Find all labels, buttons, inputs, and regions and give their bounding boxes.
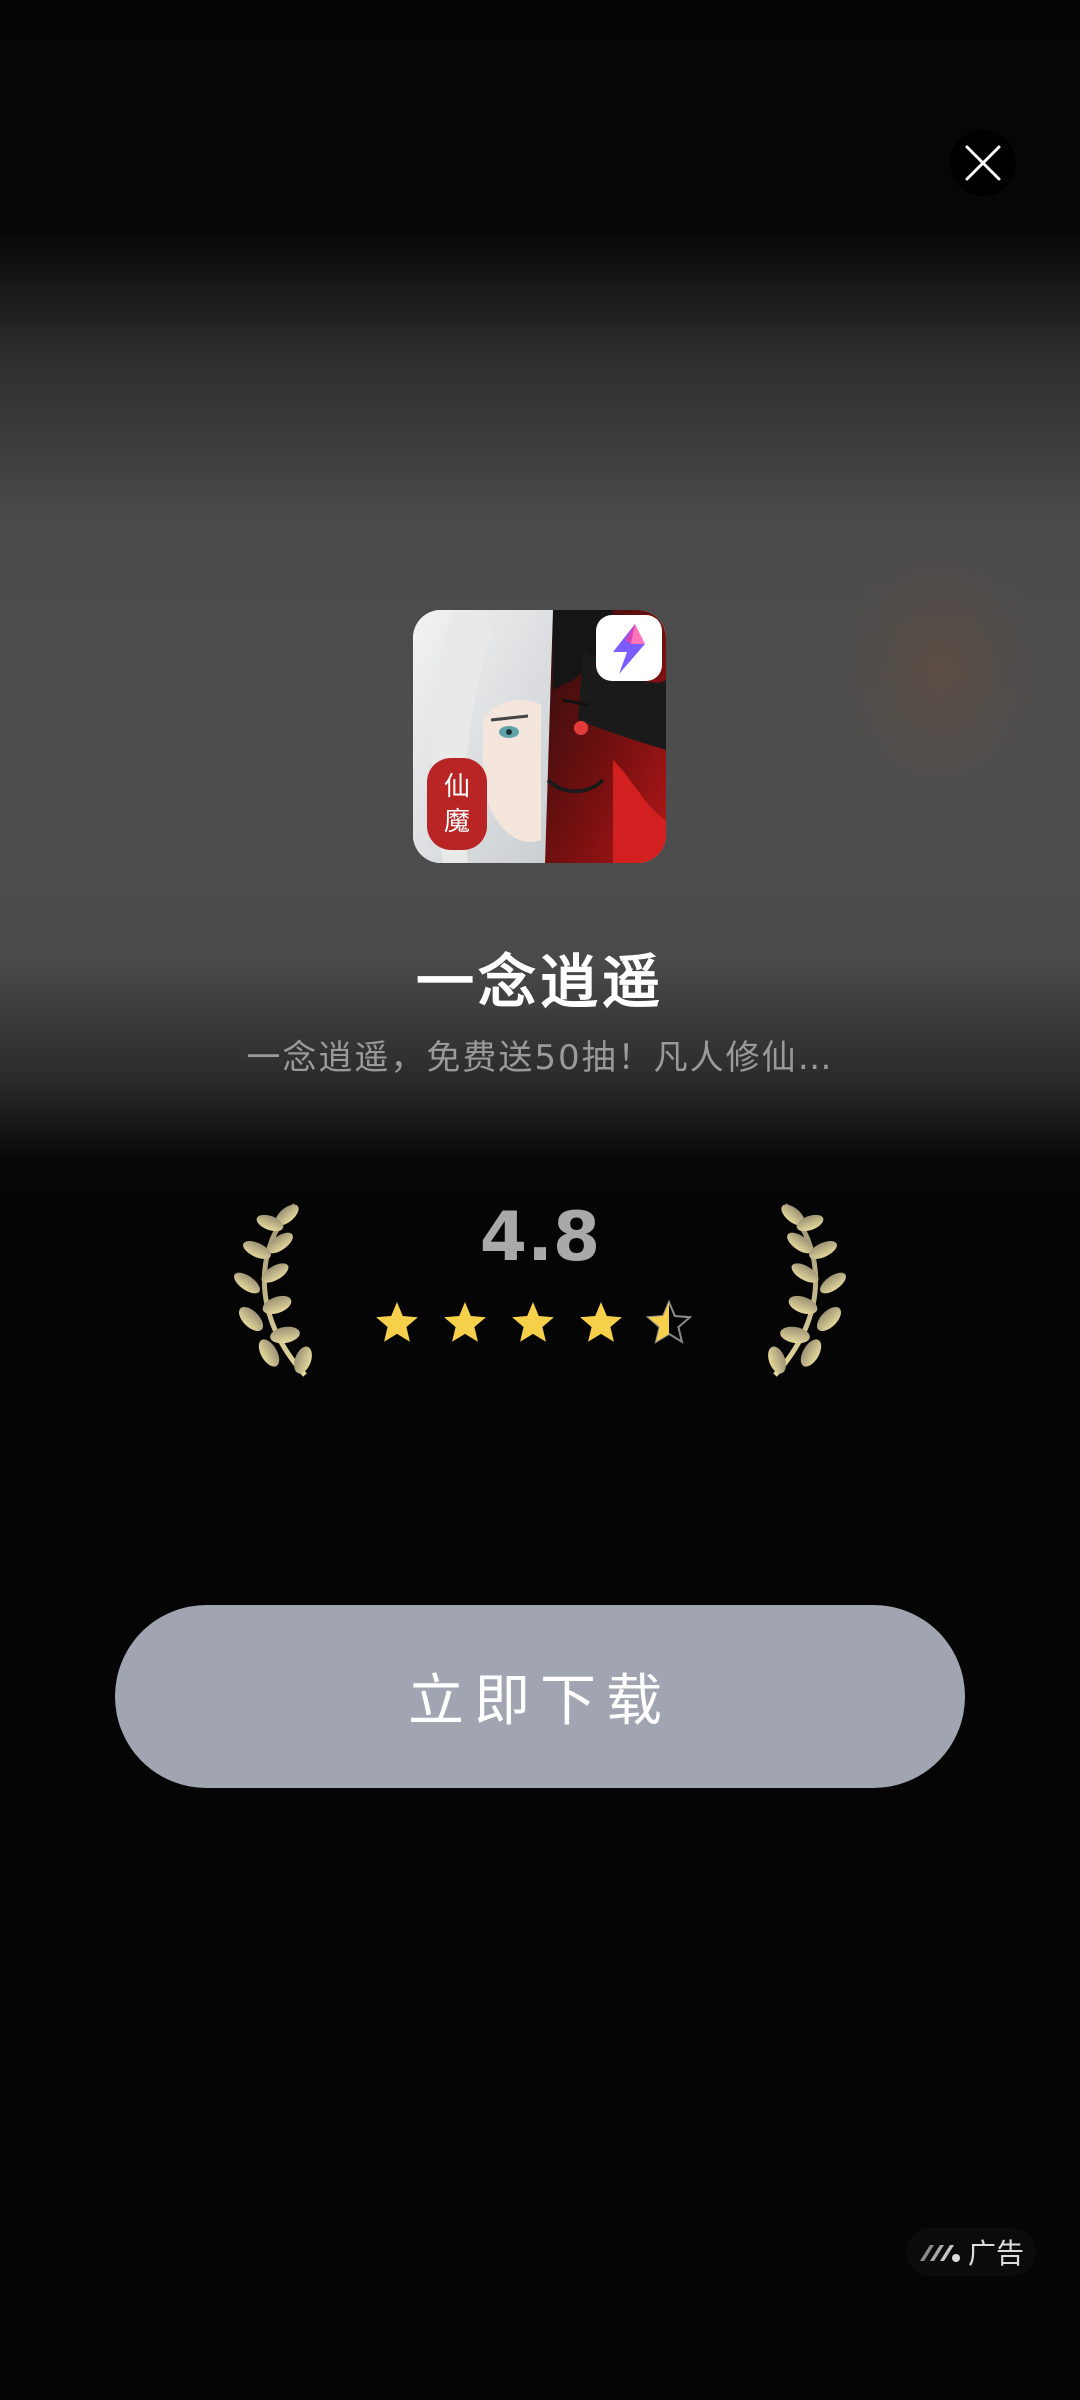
download-button-label: 立即下载 [408,1669,672,1734]
app-icon-seal-text: 仙 [444,772,470,802]
rating-stars [376,1299,693,1344]
close-icon [965,145,1001,181]
ad-logo-icon [919,2245,960,2262]
ad-label: 广告 [967,2237,1024,2270]
ad-badge[interactable]: 广告 [906,2228,1036,2276]
rating-value: 4.8 [479,1198,601,1277]
app-name: 一念逍遥 [415,948,664,1016]
star-full-icon [376,1302,418,1342]
app-icon-artwork: 仙 魔 [413,610,666,863]
download-button[interactable]: 立即下载 [115,1605,965,1788]
star-full-icon [512,1302,554,1342]
star-full-icon [444,1302,486,1342]
app-description: 一念逍遥，免费送50抽！凡人修仙… [246,1038,834,1078]
background-glow [840,540,1040,800]
svg-text:魔: 魔 [444,807,470,837]
star-full-icon [580,1302,622,1342]
app-icon[interactable]: 仙 魔 [413,610,666,863]
close-button[interactable] [950,130,1016,196]
